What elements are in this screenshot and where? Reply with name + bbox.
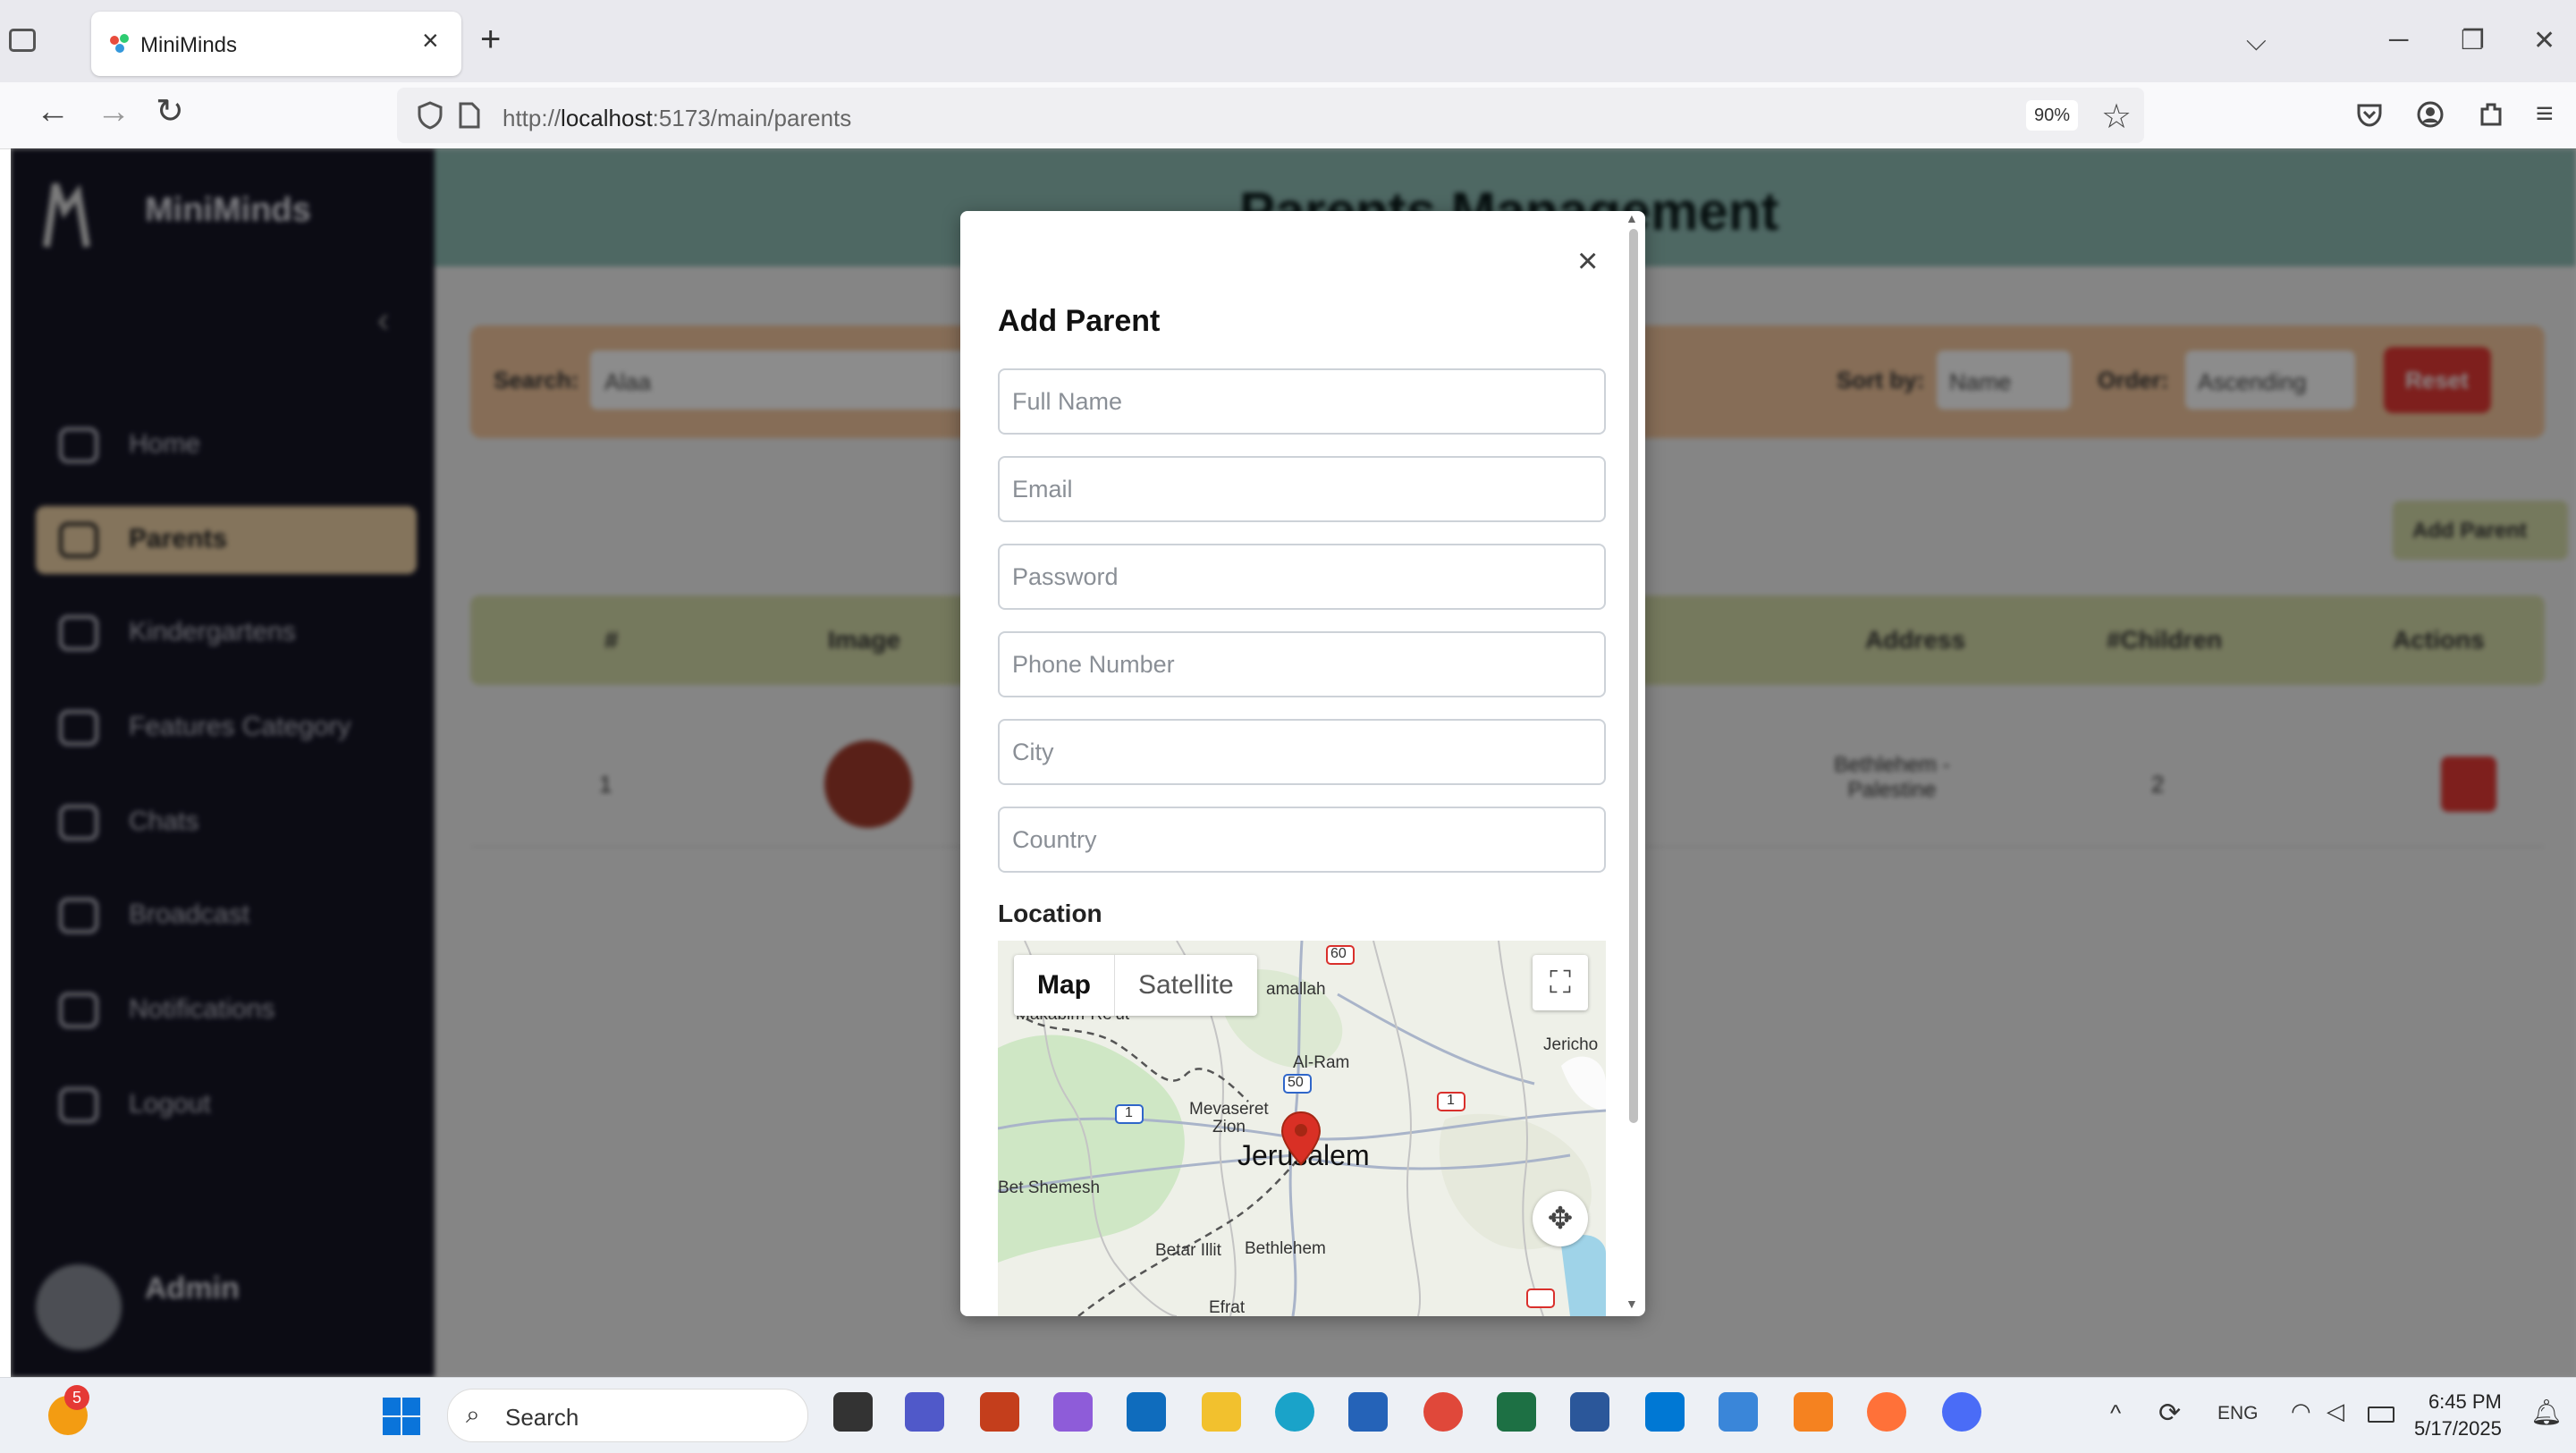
teams-icon[interactable] [905, 1392, 944, 1432]
tab-overflow-icon[interactable]: ⌵ [2246, 27, 2267, 57]
scroll-down-icon[interactable]: ▼ [1626, 1297, 1638, 1311]
satellite-tab[interactable]: Satellite [1114, 955, 1257, 1016]
battery-icon[interactable] [2368, 1407, 2394, 1423]
map-type-control: Map Satellite [1014, 955, 1257, 1016]
outlook-icon[interactable] [1127, 1392, 1166, 1432]
browser-nav-bar: ← → ↻ http://localhost:5173/main/parents… [0, 82, 2576, 149]
notification-badge: 5 [64, 1385, 89, 1410]
firefox-icon[interactable] [1867, 1392, 1906, 1432]
bookmark-star-icon[interactable]: ☆ [2101, 97, 2132, 137]
clock-date: 5/17/2025 [2414, 1417, 2502, 1440]
powerpoint-icon[interactable] [980, 1392, 1019, 1432]
phone-number-field[interactable] [998, 631, 1606, 697]
window-close-button[interactable]: ✕ [2533, 25, 2555, 56]
store-icon[interactable] [1348, 1392, 1388, 1432]
tray-chevron-icon[interactable]: ^ [2110, 1399, 2121, 1427]
map-tab[interactable]: Map [1014, 955, 1114, 1016]
map-place-label: Mevaseret [1189, 1100, 1269, 1119]
clock-time: 6:45 PM [2428, 1390, 2502, 1413]
map-place-label: Bet Shemesh [998, 1178, 1101, 1197]
scroll-up-icon[interactable]: ▲ [1626, 211, 1638, 225]
add-parent-modal: × Add Parent Location [960, 211, 1645, 1316]
browser-tab[interactable]: MiniMinds × [91, 12, 461, 76]
reload-icon[interactable]: ↻ [156, 95, 184, 129]
restore-button[interactable]: ❐ [2461, 25, 2485, 56]
account-icon[interactable] [2416, 100, 2445, 129]
shield-icon[interactable] [415, 100, 445, 131]
map-place-label: Al-Ram [1293, 1053, 1350, 1072]
location-map[interactable]: 60 50 1 1 amallah Makabim-Re'ut Jericho … [998, 941, 1606, 1316]
zoom-level-badge[interactable]: 90% [2026, 100, 2078, 131]
notepad-icon[interactable] [1719, 1392, 1758, 1432]
volume-icon[interactable]: ◁ [2327, 1398, 2344, 1425]
map-place-label: amallah [1266, 980, 1326, 999]
fullscreen-icon[interactable]: ⛶ [1533, 955, 1588, 1010]
app-icon[interactable] [1942, 1392, 1981, 1432]
page-icon [459, 102, 480, 129]
copilot-icon[interactable] [1053, 1392, 1093, 1432]
xampp-icon[interactable] [1794, 1392, 1833, 1432]
tab-close-icon[interactable]: × [422, 24, 439, 57]
map-place-label: Bethlehem [1245, 1239, 1326, 1258]
miniminds-favicon-icon [110, 34, 129, 53]
task-view-icon[interactable] [833, 1392, 873, 1432]
chrome-icon[interactable] [1423, 1392, 1463, 1432]
tab-title: MiniMinds [140, 33, 238, 57]
new-tab-button[interactable]: + [480, 21, 501, 57]
address-bar[interactable]: http://localhost:5173/main/parents 90% ☆ [397, 88, 2144, 143]
notification-bell-icon[interactable]: 🔔︎ [2530, 1398, 2563, 1427]
browser-tab-bar: MiniMinds × + ⌵ ─ ❐ ✕ [0, 0, 2576, 82]
map-place-label: Zion [1212, 1118, 1246, 1136]
map-road-label: 1 [1125, 1105, 1133, 1120]
map-place-label: Efrat [1209, 1298, 1246, 1316]
full-name-field[interactable] [998, 368, 1606, 435]
sync-icon[interactable]: ⟳ [2158, 1398, 2181, 1429]
map-place-label: Jericho [1543, 1035, 1599, 1054]
map-road-label: 60 [1330, 946, 1347, 961]
back-icon[interactable]: ← [36, 95, 70, 129]
forward-icon[interactable]: → [97, 95, 131, 129]
clock[interactable]: 6:45 PM 5/17/2025 [2414, 1389, 2502, 1442]
word-icon[interactable] [1570, 1392, 1609, 1432]
language-indicator[interactable]: ENG [2217, 1403, 2259, 1424]
taskbar-search-label: Search [505, 1404, 579, 1431]
taskbar-search[interactable]: ⌕ Search [447, 1389, 808, 1442]
map-marker-icon[interactable] [1280, 1111, 1322, 1166]
url-text: http://localhost:5173/main/parents [503, 105, 852, 131]
city-field[interactable] [998, 719, 1606, 785]
modal-close-icon[interactable]: × [1577, 243, 1598, 279]
modal-title: Add Parent [998, 304, 1161, 338]
map-place-label: Betar Illit [1155, 1241, 1221, 1260]
menu-icon[interactable]: ≡ [2536, 97, 2554, 131]
pocket-icon[interactable] [2355, 100, 2384, 129]
modal-scrollbar[interactable] [1629, 229, 1638, 1123]
country-field[interactable] [998, 807, 1606, 873]
minimize-button[interactable]: ─ [2389, 25, 2408, 55]
taskbar: 5 ⌕ Search ^ ⟳ ENG ◠ ◁ 6:45 PM 5/17/2025… [0, 1377, 2576, 1453]
map-road-label: 50 [1288, 1075, 1304, 1090]
file-explorer-icon[interactable] [1202, 1392, 1241, 1432]
vscode-icon[interactable] [1645, 1392, 1685, 1432]
excel-icon[interactable] [1497, 1392, 1536, 1432]
tab-list-icon[interactable] [9, 29, 36, 52]
search-icon: ⌕ [466, 1400, 480, 1428]
map-road-label: 1 [1447, 1093, 1455, 1108]
edge-icon[interactable] [1275, 1392, 1314, 1432]
password-field[interactable] [998, 544, 1606, 610]
wifi-icon[interactable]: ◠ [2291, 1398, 2311, 1425]
camera-control-icon[interactable]: ✥ [1533, 1191, 1588, 1246]
extensions-icon[interactable] [2477, 100, 2505, 129]
windows-start-icon[interactable] [381, 1396, 422, 1437]
email-field[interactable] [998, 456, 1606, 522]
location-label: Location [998, 900, 1102, 927]
